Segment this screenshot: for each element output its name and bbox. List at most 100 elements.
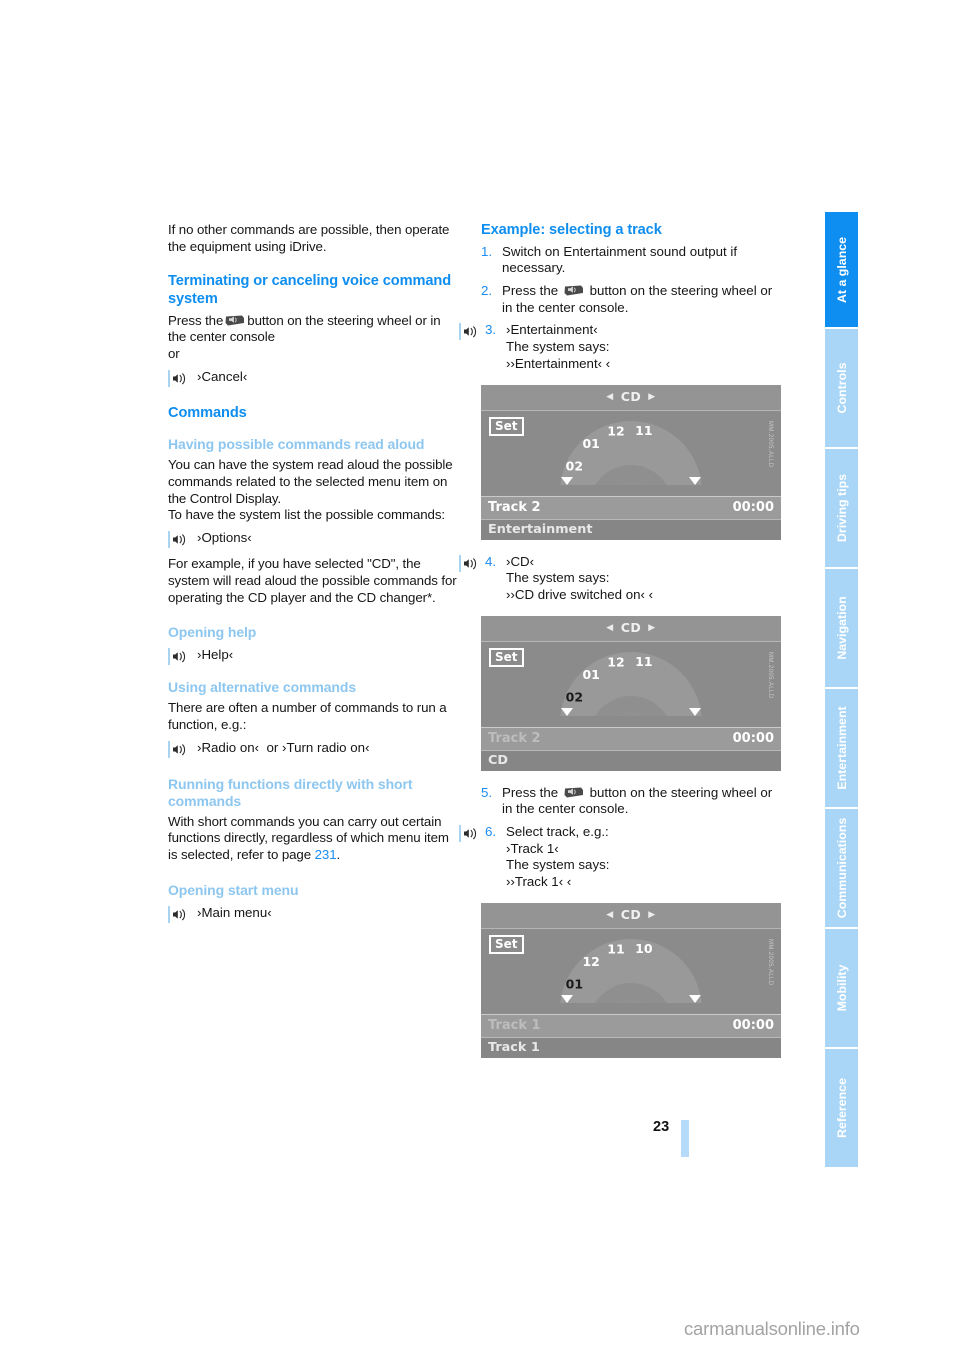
- short-commands-body: With short commands you can carry out ce…: [168, 814, 460, 864]
- cd-display-1-footer: Entertainment: [481, 518, 781, 540]
- cd-display-2-set-button[interactable]: Set: [489, 647, 524, 667]
- voice-command-cancel: Cancel: [168, 369, 460, 387]
- dial-lower-mask: [481, 715, 781, 726]
- tab-entertainment-label: Entertainment: [834, 706, 849, 790]
- alternative-commands-text: Radio on or Turn radio on: [197, 740, 370, 757]
- right-arrow-icon[interactable]: ▶: [641, 910, 662, 920]
- left-arrow-icon[interactable]: ◀: [599, 910, 620, 920]
- left-arrow-icon[interactable]: ◀: [599, 623, 620, 633]
- voice-command-cancel-text: Cancel: [197, 369, 247, 386]
- terminating-body-pre: Press the: [168, 312, 224, 328]
- cd-display-1-title-group: ◀ CD ▶: [481, 389, 781, 406]
- tab-communications[interactable]: Communications: [822, 809, 858, 927]
- voice-command-options-text: Options: [197, 530, 252, 547]
- terminating-or: or: [168, 346, 180, 361]
- voice-command-main-menu: Main menu: [168, 905, 460, 923]
- heading-example-select-track: Example: selecting a track: [481, 222, 662, 238]
- right-column: Example: selecting a track 1. Switch on …: [459, 222, 781, 1058]
- step-6-response: ››Track 1‹ ‹: [506, 874, 572, 890]
- tab-at-a-glance[interactable]: At a glance: [822, 212, 858, 327]
- tab-driving-tips[interactable]: Driving tips: [822, 449, 858, 567]
- step-6-intro: Select track, e.g.:: [506, 824, 609, 840]
- cd-display-2-time: 00:00: [732, 730, 774, 746]
- step-1-number: 1.: [481, 243, 493, 259]
- page-number-bar: [681, 1120, 689, 1157]
- right-arrow-icon[interactable]: ▶: [641, 392, 662, 402]
- dial-caret-left-icon: [561, 476, 573, 485]
- step-6-body: Select track, e.g.: Track 1 The system s…: [506, 824, 773, 891]
- cd-display-2-footer: CD: [481, 749, 781, 771]
- cd-display-2-title: CD: [620, 619, 642, 635]
- step-3-body: Entertainment The system says: ››Enterta…: [506, 322, 773, 372]
- step-3-command: Entertainment: [506, 322, 598, 337]
- left-column: If no other commands are possible, then …: [168, 222, 460, 923]
- step-6-number: 6.: [485, 824, 497, 840]
- voice-command-icon: [459, 323, 479, 341]
- intro-paragraph: If no other commands are possible, then …: [168, 222, 450, 254]
- cd-display-3-title: CD: [620, 906, 642, 922]
- cd-display-1: ◀CD▶ 11 12 01 02 03 04 05 Set Track 2: [481, 384, 781, 540]
- cd-display-1-footer-label: Entertainment: [488, 521, 593, 537]
- tab-driving-tips-label: Driving tips: [834, 473, 849, 543]
- cd-display-1-title: CD: [620, 388, 642, 404]
- steering-wheel-button-icon: [225, 314, 245, 326]
- tab-communications-label: Communications: [834, 817, 849, 919]
- heading-commands: Commands: [168, 404, 247, 421]
- cd-display-1-set-button[interactable]: Set: [489, 416, 524, 436]
- cd-display-2-dial-area: 11 12 01 02 03 04 05 Set: [481, 641, 781, 726]
- cd-display-3-track-label: Track 1: [488, 1017, 541, 1033]
- dial-caret-right-icon: [689, 707, 701, 716]
- voice-command-options: Options: [168, 530, 460, 549]
- voice-command-icon: [168, 905, 188, 923]
- tab-controls[interactable]: Controls: [822, 329, 858, 447]
- short-commands-body-post: .: [336, 847, 341, 863]
- tab-entertainment[interactable]: Entertainment: [822, 689, 858, 807]
- step-6-says-label: The system says:: [506, 857, 610, 873]
- manual-page: If no other commands are possible, then …: [0, 0, 960, 1358]
- page-reference-link[interactable]: 231: [315, 847, 337, 862]
- cd-display-3-dial-area: 10 11 12 01 02 03 04 Set: [481, 928, 781, 1013]
- step-4: 4. CD The system says: ››CD drive switch…: [459, 554, 773, 604]
- step-5-text: Press the button on the steering wheel o…: [502, 785, 773, 818]
- dial-caret-right-icon: [689, 994, 701, 1003]
- tab-reference[interactable]: Reference: [822, 1049, 858, 1167]
- heading-read-aloud: Having possible commands read aloud: [168, 436, 425, 453]
- cd-display-1-track-label: Track 2: [488, 499, 541, 515]
- step-2: 2. Press the button on the steering whee…: [481, 283, 773, 316]
- dial-caret-left-icon: [561, 707, 573, 716]
- cd-display-3-trackbar: Track 1 00:00: [481, 1013, 781, 1037]
- command-radio-on: Radio on: [197, 740, 259, 755]
- command-turn-radio-on: Turn radio on: [282, 740, 369, 755]
- heading-alternative-commands: Using alternative commands: [168, 679, 357, 696]
- cd-display-2-trackbar: Track 2 00:00: [481, 726, 781, 750]
- tab-mobility[interactable]: Mobility: [822, 929, 858, 1047]
- step-2-text-pre: Press the: [502, 283, 559, 298]
- step-5: 5. Press the button on the steering whee…: [481, 785, 773, 818]
- voice-command-help: Help: [168, 647, 460, 666]
- step-1-text: Switch on Entertainment sound output if …: [502, 243, 738, 276]
- cd-display-3-set-button[interactable]: Set: [489, 934, 524, 954]
- left-arrow-icon[interactable]: ◀: [599, 392, 620, 402]
- cd-display-2-track-label: Track 2: [488, 730, 541, 746]
- right-arrow-icon[interactable]: ▶: [641, 623, 662, 633]
- cd-display-3-titlebar: ◀ CD ▶: [481, 902, 781, 929]
- read-aloud-body-2: To have the system list the possible com…: [168, 507, 445, 523]
- step-5-text-pre: Press the: [502, 784, 559, 800]
- cd-display-2-footer-label: CD: [488, 752, 509, 768]
- short-commands-body-pre: With short commands you can carry out ce…: [168, 813, 449, 863]
- voice-command-icon: [168, 531, 188, 549]
- tab-at-a-glance-label: At a glance: [834, 236, 849, 303]
- step-4-number: 4.: [485, 553, 497, 569]
- step-2-text: Press the button on the steering wheel o…: [502, 283, 773, 316]
- tab-mobility-label: Mobility: [834, 964, 849, 1012]
- cd-display-3-footer-label: Track 1: [488, 1039, 540, 1055]
- cd-display-2: ◀CD▶ 11 12 01 02 03 04 05 Set Track 2: [481, 615, 781, 771]
- heading-start-menu: Opening start menu: [168, 881, 299, 898]
- voice-command-radio-on: Radio on or Turn radio on: [168, 740, 460, 758]
- dial-caret-left-icon: [561, 994, 573, 1003]
- tab-navigation-label: Navigation: [834, 596, 849, 660]
- tab-navigation[interactable]: Navigation: [822, 569, 858, 687]
- tab-reference-label: Reference: [834, 1078, 849, 1138]
- step-4-response: ››CD drive switched on‹ ‹: [506, 586, 654, 602]
- cd-display-2-title-group: ◀ CD ▶: [481, 620, 781, 637]
